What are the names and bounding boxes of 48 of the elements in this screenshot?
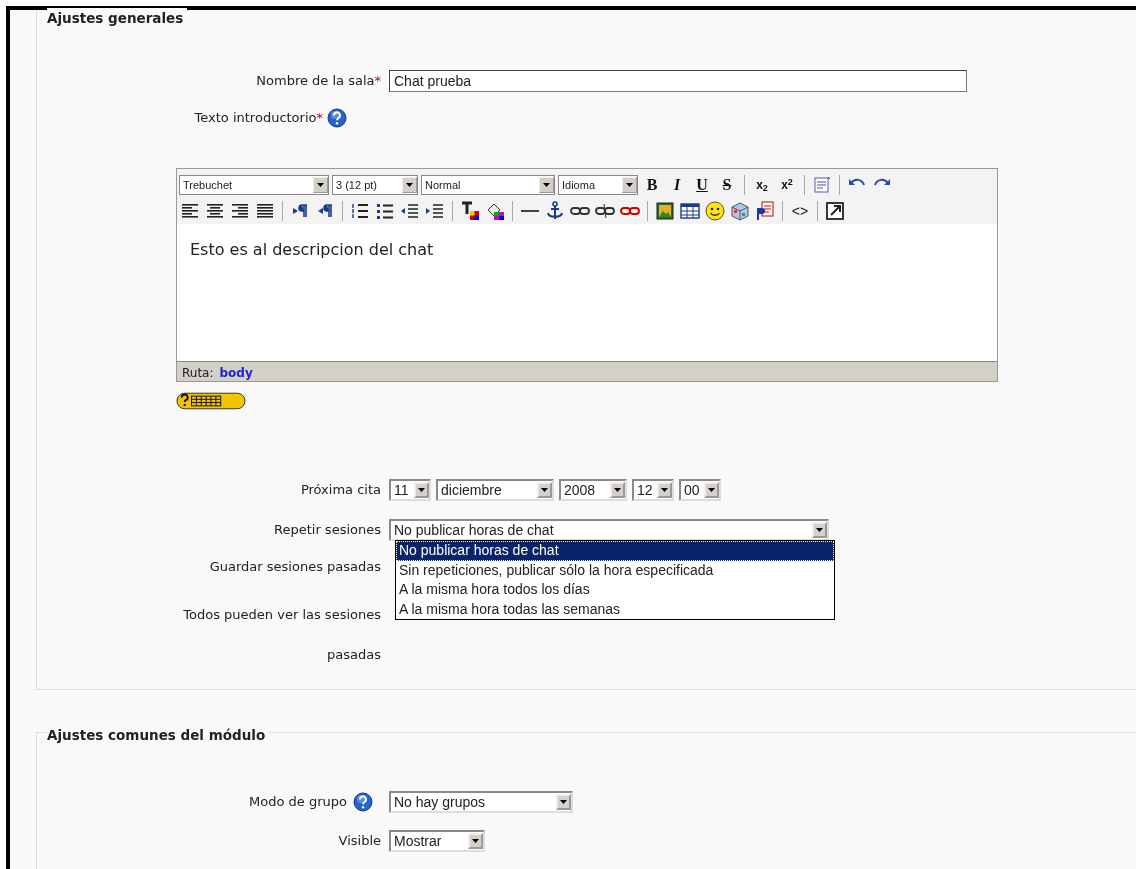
date-dropdown[interactable]: 12 xyxy=(632,479,674,501)
toolbar-dropdown[interactable]: Normal xyxy=(421,175,555,195)
format-button[interactable]: x$_{2}$ xyxy=(751,175,773,195)
dropdown-option[interactable]: A la misma hora todos los días xyxy=(396,580,834,600)
date-dropdown[interactable]: 11 xyxy=(389,479,431,501)
text-color-icon[interactable] xyxy=(459,200,481,222)
date-dropdown[interactable]: 00 xyxy=(679,479,721,501)
repeat-dropdown[interactable]: No publicar horas de chat xyxy=(389,519,829,541)
format-button[interactable]: S xyxy=(716,175,738,195)
format-button[interactable]: U xyxy=(691,175,713,195)
date-dropdown[interactable]: diciembre xyxy=(436,479,554,501)
smiley-icon[interactable] xyxy=(704,200,726,222)
field-label: Próxima cita xyxy=(300,482,381,498)
field-label: Repetir sesiones xyxy=(274,522,381,538)
field-label: Guardar sesiones pasadas xyxy=(209,559,381,574)
format-button[interactable]: <> xyxy=(789,201,811,221)
section-legend: Ajustes generales xyxy=(47,8,188,29)
toolbar-dropdown[interactable]: 3 (12 pt) xyxy=(332,175,418,195)
help-icon xyxy=(327,108,347,128)
field-label: Visible xyxy=(338,833,381,849)
anchor-icon[interactable] xyxy=(544,200,566,222)
editor-text: Esto es al descripcion del chat xyxy=(189,239,435,261)
field-label: Texto introductorio* xyxy=(194,109,323,128)
visibility-dropdown[interactable]: Mostrar xyxy=(389,830,485,852)
dropdown-option[interactable]: No publicar horas de chat xyxy=(396,541,834,561)
keyboard-help-icon xyxy=(176,391,246,411)
field-label: Todos pueden ver las sesiones pasadas xyxy=(182,605,381,664)
dropdown-option[interactable]: Sin repeticiones, publicar sólo la hora especificada xyxy=(396,560,834,580)
document-icon[interactable] xyxy=(754,200,776,222)
field-label: Nombre de la sala* xyxy=(256,73,381,89)
image-icon[interactable] xyxy=(654,200,676,222)
dropdown-option[interactable]: A la misma hora todas las semanas xyxy=(396,599,834,619)
toolbar-dropdown[interactable]: Trebuchet xyxy=(179,175,329,195)
help-icon xyxy=(353,792,373,812)
format-button[interactable]: x$^{2}$ xyxy=(776,175,798,195)
format-button[interactable]: B xyxy=(641,175,663,195)
table-icon[interactable] xyxy=(679,200,701,222)
path-link[interactable]: body xyxy=(219,366,253,380)
format-button[interactable]: I xyxy=(666,175,688,195)
field-label: Modo de grupo xyxy=(249,793,347,812)
fullscreen-icon[interactable] xyxy=(824,200,846,222)
group-mode-dropdown[interactable]: No hay grupos xyxy=(389,791,573,813)
name-input[interactable]: Chat prueba xyxy=(389,70,967,92)
date-dropdown[interactable]: 2008 xyxy=(559,479,627,501)
cube-icon[interactable] xyxy=(729,200,751,222)
section-legend: Ajustes comunes del módulo xyxy=(47,725,270,746)
toolbar-dropdown[interactable]: Idioma xyxy=(558,175,638,195)
path-label: Ruta: xyxy=(182,366,214,380)
